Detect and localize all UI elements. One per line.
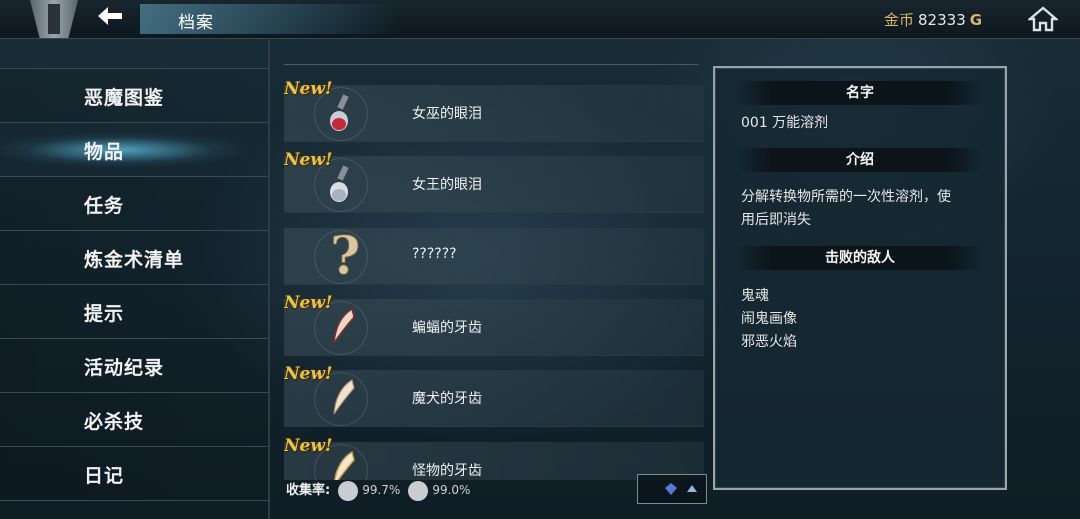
menu-item-quests[interactable]: 任务: [0, 176, 268, 230]
coins-label: 金币: [884, 11, 915, 29]
scroll-top-button[interactable]: [637, 474, 707, 504]
item-name: ??????: [412, 246, 457, 262]
detail-panel: 名字 001 万能溶剂 介绍 分解转换物所需的一次性溶剂，使 用后即消失 击败的…: [713, 66, 1007, 490]
list-item[interactable]: 蝙蝠的牙齿 New!: [284, 293, 704, 356]
menu-item-demon-compendium[interactable]: 恶魔图鉴: [0, 68, 268, 122]
item-name: 蝙蝠的牙齿: [412, 320, 482, 336]
question-mark-icon: ?: [330, 230, 361, 280]
chevron-up-icon: [687, 485, 697, 492]
menu-item-items[interactable]: 物品: [0, 122, 268, 176]
menu-item-diary[interactable]: 日记: [0, 446, 268, 501]
menu-item-label: 提示: [84, 303, 125, 325]
fang-icon: [333, 450, 355, 480]
fang-icon: [333, 307, 355, 344]
menu-item-label: 炼金术清单: [84, 249, 185, 271]
menu-item-alchemy-list[interactable]: 炼金术清单: [0, 230, 268, 284]
item-name: 女巫的眼泪: [412, 106, 482, 122]
menu-item-special-moves[interactable]: 必杀技: [0, 392, 268, 446]
description-header: 介绍: [735, 148, 985, 172]
collection-rate: 收集率: 99.7% 99.0%: [286, 479, 470, 501]
menu-item-label: 任务: [84, 195, 125, 217]
name-header: 名字: [735, 81, 985, 105]
coins-unit: G: [969, 11, 983, 29]
item-name: 怪物的牙齿: [412, 463, 482, 479]
menu-divider: [268, 40, 270, 519]
list-item[interactable]: 魔犬的牙齿 New!: [284, 364, 704, 427]
new-tag: New!: [284, 436, 333, 456]
svg-text:?: ?: [330, 230, 360, 280]
creature-badge-icon: [408, 480, 429, 501]
silver-potion-icon: [330, 165, 349, 202]
defeated-enemies-header: 击败的敌人: [735, 246, 985, 270]
menu-item-label: 物品: [84, 141, 125, 163]
coin-counter: 金币 82333 G: [884, 9, 982, 30]
menu-item-label: 恶魔图鉴: [84, 87, 165, 109]
menu-item-label: 日记: [84, 465, 125, 487]
description-line-2: 用后即消失: [741, 212, 811, 228]
enemy-entry: 鬼魂: [741, 288, 769, 304]
menu-item-label: 必杀技: [84, 411, 145, 433]
menu-item-event-log[interactable]: 活动纪录: [0, 338, 268, 392]
new-tag: New!: [284, 293, 333, 313]
rabbit-badge-icon: [338, 480, 359, 501]
collection-rate-1: 99.7%: [362, 483, 401, 497]
top-bar: 档案 金币 82333 G: [0, 0, 1080, 39]
menu-item-tips[interactable]: 提示: [0, 284, 268, 338]
red-potion-icon: [330, 94, 349, 131]
gem-icon: [665, 483, 677, 495]
description-line-1: 分解转换物所需的一次性溶剂，使: [741, 189, 951, 205]
enemy-entry: 闹鬼画像: [741, 311, 797, 327]
collection-label: 收集率:: [286, 483, 331, 498]
category-menu: 恶魔图鉴 物品 任务 炼金术清单 提示 活动纪录 必杀技 日记: [0, 68, 268, 501]
item-name-value: 001 万能溶剂: [741, 115, 829, 131]
new-tag: New!: [284, 79, 333, 99]
collection-rate-2: 99.0%: [432, 483, 471, 497]
page-title: 档案: [178, 13, 214, 33]
list-item[interactable]: 女王的眼泪 New!: [284, 150, 704, 213]
home-icon: [1026, 6, 1060, 32]
item-name: 魔犬的牙齿: [412, 391, 482, 407]
emblem-icon: [30, 0, 78, 38]
fang-icon: [333, 379, 355, 415]
new-tag: New!: [284, 150, 333, 170]
item-name: 女王的眼泪: [412, 177, 482, 193]
list-item[interactable]: 女巫的眼泪 New!: [284, 79, 704, 142]
back-button[interactable]: [86, 4, 136, 34]
new-tag: New!: [284, 364, 333, 384]
back-arrow-icon: [98, 7, 122, 25]
list-item[interactable]: ? ??????: [284, 228, 704, 285]
coins-value: 82333: [918, 11, 966, 29]
enemy-entry: 邪恶火焰: [741, 334, 797, 350]
home-button[interactable]: [1026, 6, 1060, 32]
menu-item-label: 活动纪录: [84, 357, 165, 379]
item-list[interactable]: 女巫的眼泪 New! 女王的眼泪 New! ? ?????? 蝙蝠的牙齿 New…: [284, 60, 706, 480]
